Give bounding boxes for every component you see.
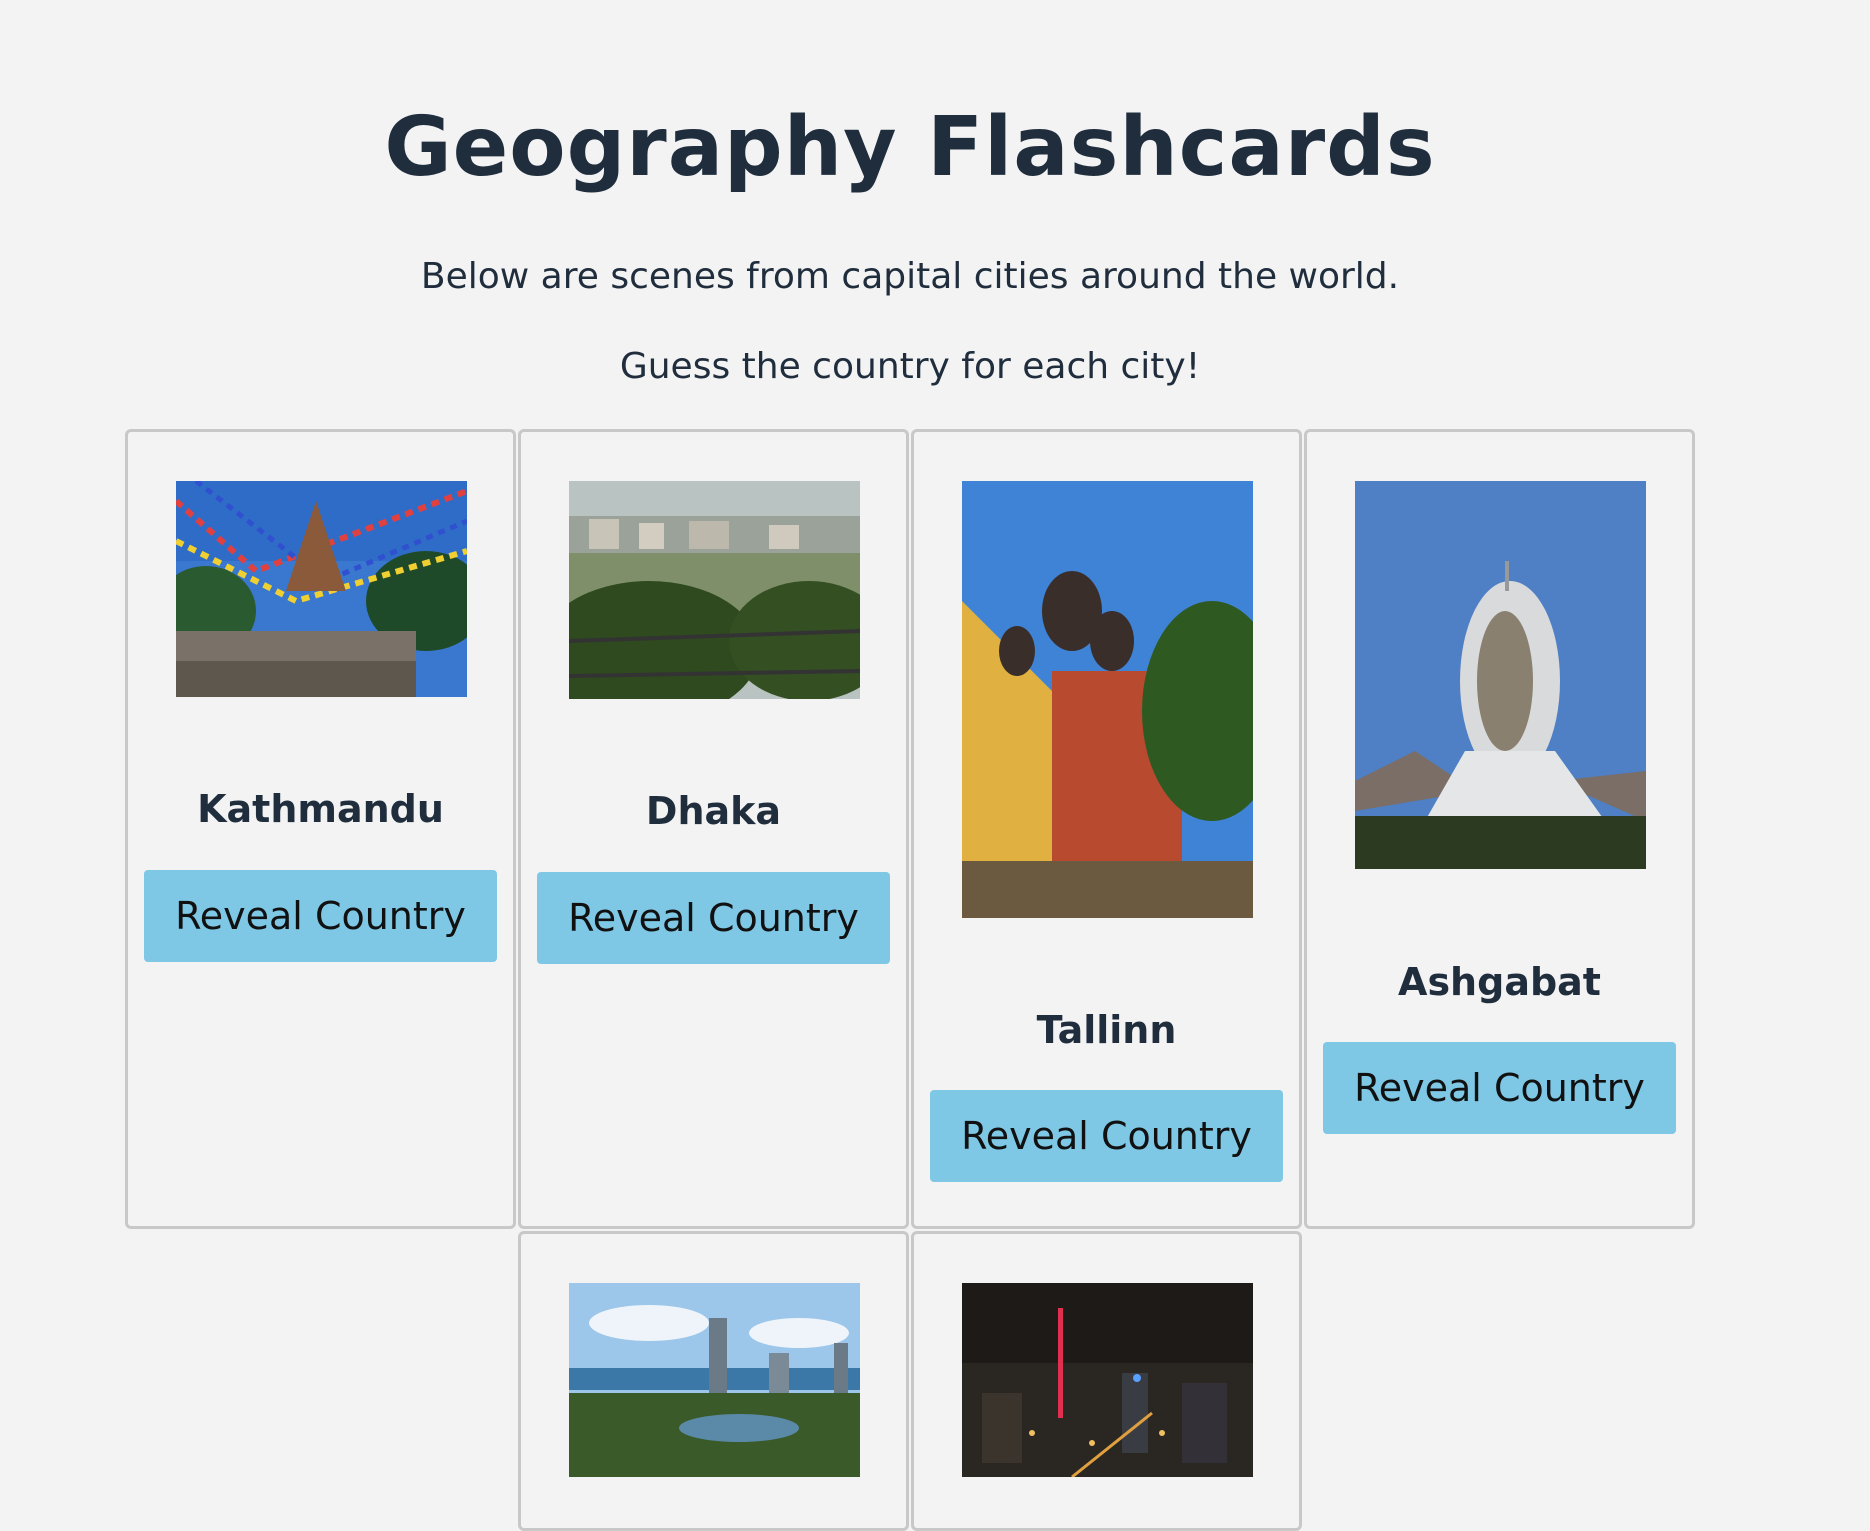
night-city-tower-photo <box>962 1283 1253 1477</box>
reveal-country-button[interactable]: Reveal Country <box>144 870 497 962</box>
flashcard-night-city <box>911 1231 1302 1531</box>
stupa-prayer-flags-photo <box>176 481 467 697</box>
flashcard-colombo <box>518 1231 909 1531</box>
intro-text: Below are scenes from capital cities aro… <box>420 256 1400 297</box>
city-name: Kathmandu <box>197 787 444 831</box>
lake-cityscape-photo <box>569 481 860 699</box>
flashcard-ashgabat: Ashgabat Reveal Country <box>1304 429 1695 1229</box>
reveal-country-button[interactable]: Reveal Country <box>537 872 890 964</box>
flashcard-kathmandu: Kathmandu Reveal Country <box>125 429 516 1229</box>
page-title: Geography Flashcards <box>384 100 1436 195</box>
reveal-country-button[interactable]: Reveal Country <box>930 1090 1283 1182</box>
city-name: Tallinn <box>1036 1008 1177 1052</box>
flashcard-dhaka: Dhaka Reveal Country <box>518 429 909 1229</box>
ferris-wheel-building-photo <box>1355 481 1646 869</box>
orthodox-cathedral-photo <box>962 481 1253 918</box>
city-name: Ashgabat <box>1398 960 1601 1004</box>
city-name: Dhaka <box>645 789 782 833</box>
reveal-country-button[interactable]: Reveal Country <box>1323 1042 1676 1134</box>
instruction-text: Guess the country for each city! <box>619 346 1201 387</box>
lake-skyscrapers-photo <box>569 1283 860 1477</box>
flashcard-tallinn: Tallinn Reveal Country <box>911 429 1302 1229</box>
